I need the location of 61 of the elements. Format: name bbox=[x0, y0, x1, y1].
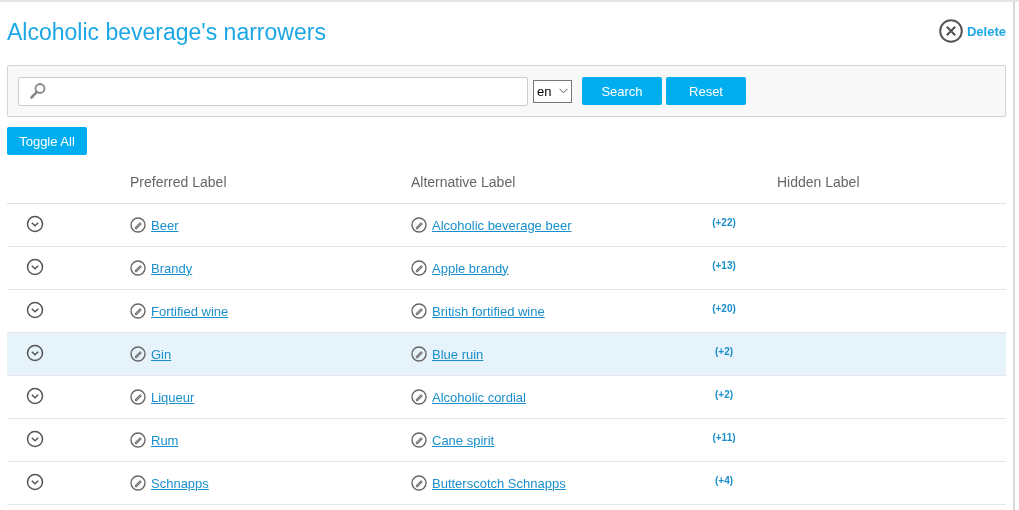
pencil-icon[interactable] bbox=[411, 475, 427, 491]
preferred-label-link[interactable]: Schnapps bbox=[151, 475, 209, 491]
page-title: Alcoholic beverage's narrowers bbox=[7, 17, 326, 46]
pencil-icon[interactable] bbox=[130, 260, 146, 276]
alternative-label-link[interactable]: Cane spirit bbox=[432, 432, 495, 448]
table-row[interactable]: Brandy Apple brandy (+13) bbox=[7, 247, 1006, 290]
pencil-icon[interactable] bbox=[411, 346, 427, 362]
pencil-icon[interactable] bbox=[411, 389, 427, 405]
column-header: Hidden Label bbox=[777, 174, 860, 190]
more-count: (+20) bbox=[712, 303, 736, 314]
pencil-icon[interactable] bbox=[130, 432, 146, 448]
pencil-icon[interactable] bbox=[130, 346, 146, 362]
more-count: (+2) bbox=[714, 389, 734, 400]
pencil-icon[interactable] bbox=[130, 217, 146, 233]
table-row[interactable]: Beer Alcoholic beverage beer (+22) bbox=[7, 204, 1006, 247]
more-count: (+4) bbox=[714, 475, 734, 486]
caret-icon bbox=[559, 88, 568, 94]
more-count: (+13) bbox=[712, 260, 736, 271]
preferred-label-link[interactable]: Gin bbox=[151, 346, 172, 362]
preferred-label-link[interactable]: Liqueur bbox=[151, 389, 195, 405]
chevron-down-icon[interactable] bbox=[26, 430, 44, 448]
alternative-label-link[interactable]: Alcoholic cordial bbox=[432, 389, 526, 405]
chevron-down-icon[interactable] bbox=[26, 387, 44, 405]
chevron-down-icon[interactable] bbox=[26, 215, 44, 233]
search-icon bbox=[29, 82, 47, 100]
column-header: Alternative Label bbox=[411, 174, 516, 190]
pencil-icon[interactable] bbox=[130, 389, 146, 405]
pencil-icon[interactable] bbox=[411, 303, 427, 319]
pencil-icon[interactable] bbox=[411, 432, 427, 448]
table-row[interactable]: Rum Cane spirit (+11) bbox=[7, 419, 1006, 462]
chevron-down-icon[interactable] bbox=[26, 258, 44, 276]
language-select[interactable]: en bbox=[533, 79, 572, 103]
pencil-icon[interactable] bbox=[411, 260, 427, 276]
reset-button[interactable]: Reset bbox=[666, 77, 746, 105]
search-button[interactable]: Search bbox=[582, 77, 662, 105]
more-count: (+11) bbox=[712, 432, 736, 443]
alternative-label-link[interactable]: Blue ruin bbox=[432, 346, 484, 362]
chevron-down-icon[interactable] bbox=[26, 473, 44, 491]
pencil-icon[interactable] bbox=[130, 303, 146, 319]
alternative-label-link[interactable]: Alcoholic beverage beer bbox=[432, 217, 572, 233]
table-row[interactable]: Liqueur Alcoholic cordial (+2) bbox=[7, 376, 1006, 419]
toggle-all-button[interactable]: Toggle All bbox=[7, 127, 87, 155]
more-count: (+2) bbox=[714, 346, 734, 357]
alternative-label-link[interactable]: Butterscotch Schnapps bbox=[432, 475, 566, 491]
preferred-label-link[interactable]: Rum bbox=[151, 432, 179, 448]
chevron-down-icon[interactable] bbox=[26, 344, 44, 362]
pencil-icon[interactable] bbox=[130, 475, 146, 491]
preferred-label-link[interactable]: Fortified wine bbox=[151, 303, 229, 319]
alternative-label-link[interactable]: Apple brandy bbox=[432, 260, 509, 276]
pencil-icon[interactable] bbox=[411, 217, 427, 233]
preferred-label-link[interactable]: Brandy bbox=[151, 260, 193, 276]
delete-link[interactable]: Delete bbox=[938, 19, 1006, 43]
table-row[interactable]: Gin Blue ruin (+2) bbox=[7, 333, 1006, 376]
column-header: Preferred Label bbox=[130, 174, 227, 190]
table-row[interactable]: Schnapps Butterscotch Schnapps (+4) bbox=[7, 462, 1006, 505]
alternative-label-link[interactable]: British fortified wine bbox=[432, 303, 545, 319]
close-icon bbox=[938, 19, 963, 43]
chevron-down-icon[interactable] bbox=[26, 301, 44, 319]
preferred-label-link[interactable]: Beer bbox=[151, 217, 179, 233]
search-field[interactable] bbox=[18, 76, 528, 106]
more-count: (+22) bbox=[712, 217, 736, 228]
